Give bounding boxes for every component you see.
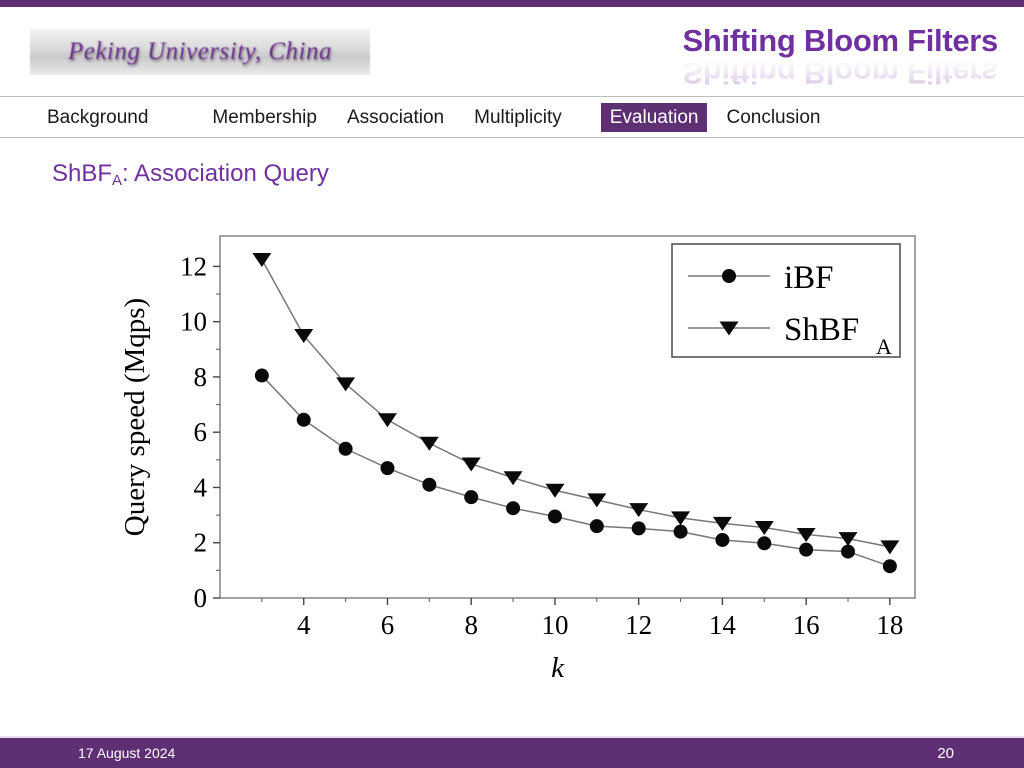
footer-date: 17 August 2024 xyxy=(78,745,176,761)
legend-label: ShBF xyxy=(784,312,859,348)
slide-title-main: ShBF xyxy=(52,160,113,187)
y-tick-label: 6 xyxy=(194,417,208,447)
data-point xyxy=(841,544,856,559)
legend-label-subscript: A xyxy=(876,334,892,359)
y-tick-label: 12 xyxy=(180,251,207,281)
data-point xyxy=(338,441,353,456)
data-point xyxy=(589,519,604,534)
data-point xyxy=(422,477,437,492)
y-tick-label: 2 xyxy=(194,528,208,558)
deck-title: Shifting Bloom Filters xyxy=(682,23,999,58)
nav-item-conclusion[interactable]: Conclusion xyxy=(717,103,829,132)
data-point xyxy=(296,412,311,427)
x-tick-label: 14 xyxy=(709,610,737,640)
data-point xyxy=(629,503,649,518)
y-axis-label: Query speed (Mqps) xyxy=(119,298,151,536)
x-tick-label: 16 xyxy=(793,610,820,640)
data-point xyxy=(545,483,565,498)
data-point xyxy=(722,269,736,283)
y-tick-label: 10 xyxy=(180,307,207,337)
x-tick-label: 4 xyxy=(297,610,311,640)
data-point xyxy=(757,536,772,551)
nav-item-association[interactable]: Association xyxy=(338,103,453,132)
nav-item-multiplicity[interactable]: Multiplicity xyxy=(465,103,571,132)
data-point xyxy=(631,521,646,536)
y-tick-label: 4 xyxy=(194,472,208,502)
x-axis-label: k xyxy=(551,652,565,684)
deck-title-block: Shifting Bloom Filters Shifting Bloom Fi… xyxy=(682,23,999,91)
slide-title: ShBFA: Association Query xyxy=(52,160,329,189)
deck-title-reflection: Shifting Bloom Filters xyxy=(682,55,998,91)
footer-page-number: 20 xyxy=(937,744,954,762)
data-point xyxy=(799,542,814,557)
legend-label: iBF xyxy=(784,260,834,296)
nav-item-evaluation[interactable]: Evaluation xyxy=(600,102,708,132)
x-tick-label: 8 xyxy=(464,610,478,640)
data-point xyxy=(715,532,730,547)
data-point xyxy=(461,457,481,472)
data-point xyxy=(880,540,900,555)
data-point xyxy=(380,461,395,476)
chart-container: 0 2 4 6 8 10 12 4 6 8 10 12 14 16 18 k Query speed (Mqps… xyxy=(0,210,1024,700)
x-tick-label: 6 xyxy=(381,610,395,640)
data-point xyxy=(254,368,269,383)
slide-footer: 17 August 2024 20 xyxy=(0,738,1024,768)
data-point xyxy=(506,501,521,516)
data-point xyxy=(673,524,688,539)
slide-header: Peking University, China Shifting Bloom … xyxy=(0,7,1024,96)
y-tick-label: 8 xyxy=(194,362,208,392)
data-point xyxy=(547,509,562,524)
university-logo: Peking University, China xyxy=(30,29,370,75)
top-accent-rule xyxy=(0,0,1024,7)
data-point xyxy=(252,252,272,267)
query-speed-chart: 0 2 4 6 8 10 12 4 6 8 10 12 14 16 18 k Query speed (Mqps… xyxy=(119,235,916,684)
slide-title-rest: : Association Query xyxy=(122,160,329,187)
data-point xyxy=(838,532,858,547)
university-logo-text: Peking University, China xyxy=(67,38,333,65)
data-point xyxy=(882,559,897,574)
data-point xyxy=(294,328,314,343)
data-point xyxy=(464,490,479,505)
series-line xyxy=(261,375,891,567)
nav-item-background[interactable]: Background xyxy=(38,103,157,132)
data-point xyxy=(377,413,397,428)
series-ibf xyxy=(254,368,897,574)
data-point xyxy=(503,471,523,486)
data-point xyxy=(587,493,607,508)
data-point xyxy=(419,436,439,451)
chart-legend: iBF ShBF A xyxy=(671,243,901,359)
y-tick-label: 0 xyxy=(194,583,208,613)
section-navigation[interactable]: Background Membership Association Multiplic… xyxy=(0,97,1024,137)
x-tick-label: 10 xyxy=(541,610,568,640)
nav-item-membership[interactable]: Membership xyxy=(203,103,326,132)
x-tick-label: 18 xyxy=(876,610,903,640)
nav-divider-bottom xyxy=(0,137,1024,138)
slide-title-subscript: A xyxy=(112,172,123,189)
x-tick-label: 12 xyxy=(625,610,652,640)
